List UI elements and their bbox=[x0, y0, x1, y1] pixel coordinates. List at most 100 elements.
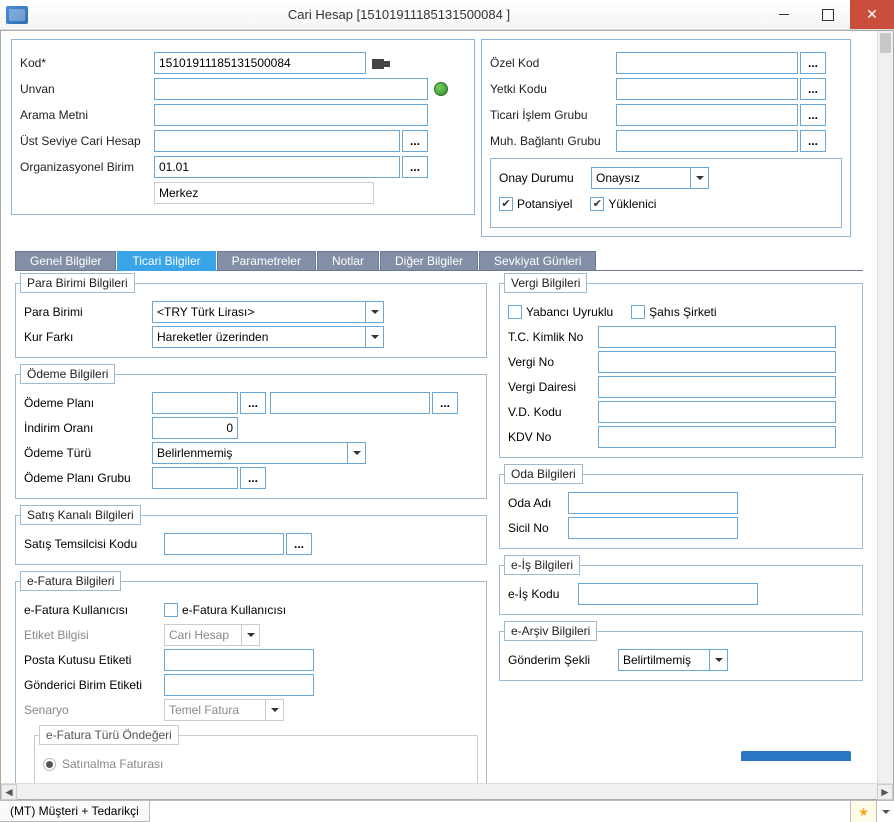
arama-input[interactable] bbox=[154, 104, 428, 126]
odeme-group: Ödeme Bilgileri Ödeme Planı ... ... İndi… bbox=[15, 364, 487, 499]
odemeturu-select[interactable]: Belirlenmemiş bbox=[152, 442, 366, 464]
tckimlik-label: T.C. Kimlik No bbox=[508, 330, 598, 344]
odemeplani-input[interactable] bbox=[152, 392, 238, 414]
close-button[interactable]: ✕ bbox=[850, 0, 894, 29]
ticariislem-lookup-button[interactable]: ... bbox=[800, 104, 826, 126]
favorite-button[interactable]: ★ bbox=[850, 801, 876, 822]
vdkodu-input[interactable] bbox=[598, 401, 836, 423]
unvan-label: Unvan bbox=[20, 82, 154, 96]
arama-label: Arama Metni bbox=[20, 108, 154, 122]
tab-sevkiyat[interactable]: Sevkiyat Günleri bbox=[479, 251, 596, 271]
ustseviye-label: Üst Seviye Cari Hesap bbox=[20, 134, 154, 148]
scroll-right-button[interactable]: ► bbox=[877, 784, 893, 800]
yuklenici-checkbox[interactable] bbox=[590, 197, 604, 211]
potansiyel-label: Potansiyel bbox=[517, 197, 572, 211]
yabanci-checkbox[interactable] bbox=[508, 305, 522, 319]
horizontal-scrollbar[interactable]: ◄ ► bbox=[1, 783, 893, 799]
yetkikodu-input[interactable] bbox=[616, 78, 798, 100]
ozelkod-input[interactable] bbox=[616, 52, 798, 74]
odeme-legend: Ödeme Bilgileri bbox=[20, 364, 115, 384]
tab-parametreler[interactable]: Parametreler bbox=[217, 251, 316, 271]
kod-label: Kod* bbox=[20, 56, 154, 70]
temsilci-label: Satış Temsilcisi Kodu bbox=[24, 537, 164, 551]
window-title: Cari Hesap [15101911185131500084 ] bbox=[36, 7, 762, 22]
potansiyel-checkbox[interactable] bbox=[499, 197, 513, 211]
parabirimi-select[interactable]: <TRY Türk Lirası> bbox=[152, 301, 384, 323]
gonderim-select[interactable]: Belirtilmemiş bbox=[618, 649, 728, 671]
tckimlik-input[interactable] bbox=[598, 326, 836, 348]
partial-button[interactable] bbox=[741, 751, 851, 761]
orgbirim-lookup-button[interactable]: ... bbox=[402, 156, 428, 178]
odemegrubu-input[interactable] bbox=[152, 467, 238, 489]
ticariislem-input[interactable] bbox=[616, 104, 798, 126]
satis-legend: Satış Kanalı Bilgileri bbox=[20, 505, 141, 525]
vergino-input[interactable] bbox=[598, 351, 836, 373]
globe-icon[interactable] bbox=[434, 82, 448, 96]
orgbirim-label: Organizasyonel Birim bbox=[20, 160, 154, 174]
orgbirim-input[interactable] bbox=[154, 156, 400, 178]
status-tab[interactable]: (MT) Müşteri + Tedarikçi bbox=[0, 801, 150, 822]
vergino-label: Vergi No bbox=[508, 355, 598, 369]
vertical-scrollbar[interactable] bbox=[877, 31, 893, 783]
kod-input[interactable] bbox=[154, 52, 366, 74]
odemeplani-desc-lookup-button[interactable]: ... bbox=[432, 392, 458, 414]
odemegrubu-lookup-button[interactable]: ... bbox=[240, 467, 266, 489]
minimize-button[interactable] bbox=[762, 0, 806, 29]
temsilci-lookup-button[interactable]: ... bbox=[286, 533, 312, 555]
sahis-checkbox[interactable] bbox=[631, 305, 645, 319]
efatura-kullanici-label: e-Fatura Kullanıcısı bbox=[24, 603, 164, 617]
yetkikodu-lookup-button[interactable]: ... bbox=[800, 78, 826, 100]
odemeplani-lookup-button[interactable]: ... bbox=[240, 392, 266, 414]
unvan-input[interactable] bbox=[154, 78, 428, 100]
kurfarki-select[interactable]: Hareketler üzerinden bbox=[152, 326, 384, 348]
parabirimi-legend: Para Birimi Bilgileri bbox=[20, 273, 135, 293]
yuklenici-label: Yüklenici bbox=[608, 197, 656, 211]
odaadi-input[interactable] bbox=[568, 492, 738, 514]
eis-legend: e-İş Bilgileri bbox=[504, 555, 580, 575]
ustseviye-input[interactable] bbox=[154, 130, 400, 152]
earsiv-legend: e-Arşiv Bilgileri bbox=[504, 621, 597, 641]
header-left-panel: Kod* Unvan Arama Metni Üst Seviye Cari H… bbox=[11, 39, 475, 215]
ustseviye-lookup-button[interactable]: ... bbox=[402, 130, 428, 152]
scroll-left-button[interactable]: ◄ bbox=[1, 784, 17, 800]
statusbar: (MT) Müşteri + Tedarikçi ★ bbox=[0, 800, 894, 822]
onay-select[interactable]: Onaysız bbox=[591, 167, 709, 189]
kdvno-input[interactable] bbox=[598, 426, 836, 448]
indirim-input[interactable] bbox=[152, 417, 238, 439]
tab-genel[interactable]: Genel Bilgiler bbox=[15, 251, 116, 271]
ozelkod-lookup-button[interactable]: ... bbox=[800, 52, 826, 74]
gonderici-label: Gönderici Birim Etiketi bbox=[24, 678, 164, 692]
tab-ticari[interactable]: Ticari Bilgiler bbox=[117, 251, 215, 271]
vergi-group: Vergi Bilgileri Yabancı Uyruklu Şahıs Şi… bbox=[499, 273, 863, 458]
status-menu-button[interactable] bbox=[876, 801, 894, 822]
maximize-button[interactable] bbox=[806, 0, 850, 29]
titlebar: Cari Hesap [15101911185131500084 ] ✕ bbox=[0, 0, 894, 30]
eiskodu-input[interactable] bbox=[578, 583, 758, 605]
sahis-label: Şahıs Şirketi bbox=[649, 305, 716, 319]
efatura-kullanici-checkbox[interactable] bbox=[164, 603, 178, 617]
vergidairesi-input[interactable] bbox=[598, 376, 836, 398]
satis-group: Satış Kanalı Bilgileri Satış Temsilcisi … bbox=[15, 505, 487, 565]
muhbag-lookup-button[interactable]: ... bbox=[800, 130, 826, 152]
efatura-kullanici-chk-label: e-Fatura Kullanıcısı bbox=[182, 603, 286, 617]
vergidairesi-label: Vergi Dairesi bbox=[508, 380, 598, 394]
tab-diger[interactable]: Diğer Bilgiler bbox=[380, 251, 478, 271]
temsilci-input[interactable] bbox=[164, 533, 284, 555]
tab-strip: Genel Bilgiler Ticari Bilgiler Parametre… bbox=[15, 251, 597, 271]
sicil-input[interactable] bbox=[568, 517, 738, 539]
posta-input[interactable] bbox=[164, 649, 314, 671]
gonderici-input[interactable] bbox=[164, 674, 314, 696]
app-icon bbox=[6, 6, 28, 24]
vdkodu-label: V.D. Kodu bbox=[508, 405, 598, 419]
tab-notlar[interactable]: Notlar bbox=[317, 251, 379, 271]
odemeplani-desc-input[interactable] bbox=[270, 392, 430, 414]
muhbag-input[interactable] bbox=[616, 130, 798, 152]
indirim-label: İndirim Oranı bbox=[24, 421, 152, 435]
onay-panel: Onay Durumu Onaysız Potansiyel Yüklenici bbox=[490, 158, 842, 228]
senaryo-select: Temel Fatura bbox=[164, 699, 284, 721]
earsiv-group: e-Arşiv Bilgileri Gönderim Şekli Belirti… bbox=[499, 621, 863, 681]
yabanci-label: Yabancı Uyruklu bbox=[526, 305, 613, 319]
kurfarki-label: Kur Farkı bbox=[24, 330, 152, 344]
muhbag-label: Muh. Bağlantı Grubu bbox=[490, 134, 616, 148]
camera-icon[interactable] bbox=[372, 55, 390, 71]
